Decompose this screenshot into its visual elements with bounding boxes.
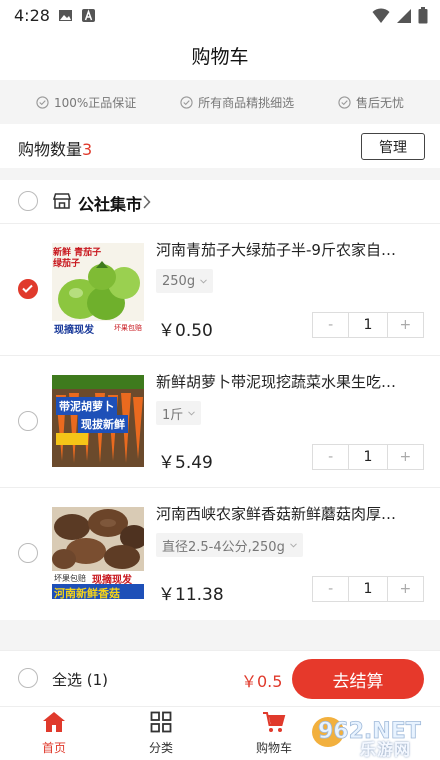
decrease-button[interactable]: - bbox=[313, 313, 349, 337]
checkout-button[interactable]: 去结算 bbox=[292, 659, 424, 699]
page-title: 购物车 bbox=[191, 46, 249, 68]
increase-button[interactable]: + bbox=[387, 445, 423, 469]
quantity-value[interactable]: 1 bbox=[348, 577, 388, 601]
increase-button[interactable]: + bbox=[387, 313, 423, 337]
cart-item[interactable]: 带泥胡萝卜 现拔新鲜 新鲜胡萝卜带泥现挖蔬菜水果生吃… 1斤 ￥5.49 - 1… bbox=[0, 357, 440, 488]
guarantee-label: 所有商品精挑细选 bbox=[198, 95, 295, 110]
cart-count-text: 购物数量 bbox=[18, 140, 83, 159]
check-circle-icon bbox=[338, 95, 351, 109]
item-spec-select[interactable]: 1斤 bbox=[156, 401, 202, 425]
item-spec-text: 直径2.5-4公分,250g bbox=[162, 539, 285, 555]
item-spec-text: 1斤 bbox=[162, 407, 184, 423]
increase-button[interactable]: + bbox=[387, 577, 423, 601]
cart-count-label: 购物数量3 bbox=[18, 136, 92, 160]
item-spec-text: 250g bbox=[162, 273, 196, 289]
shop-select-radio[interactable] bbox=[18, 191, 38, 211]
guarantee-bar: 100%正品保证 所有商品精挑细选 售后无忧 bbox=[0, 80, 440, 124]
watermark-logo-subtitle: 乐游网 bbox=[360, 740, 412, 759]
status-time: 4:28 bbox=[14, 6, 50, 25]
item-price: ￥5.49 bbox=[158, 453, 213, 473]
item-select-radio[interactable] bbox=[18, 279, 38, 299]
store-icon bbox=[52, 193, 72, 209]
status-notification-icons bbox=[58, 8, 96, 23]
thumb-caption: 河南新鲜香菇 bbox=[54, 587, 120, 599]
thumb-caption: 带泥胡萝卜 bbox=[56, 397, 117, 415]
thumb-caption: 现摘现发 bbox=[92, 575, 132, 586]
guarantee-authentic: 100%正品保证 bbox=[36, 94, 136, 111]
item-title[interactable]: 新鲜胡萝卜带泥现挖蔬菜水果生吃… bbox=[156, 371, 416, 392]
item-select-radio[interactable] bbox=[18, 411, 38, 431]
shop-card: 公社集市 新鲜 青茄子 绿茄子 现摘现发 坏果包赔 河南青茄子大绿茄子半-9斤农… bbox=[0, 180, 440, 620]
chevron-down-icon bbox=[200, 278, 207, 284]
item-title[interactable]: 河南西峡农家鲜香菇新鲜蘑菇肉厚… bbox=[156, 503, 416, 524]
tab-category[interactable]: 分类 bbox=[121, 711, 201, 756]
item-price: ￥0.50 bbox=[158, 321, 213, 341]
thumb-caption: 坏果包赔 bbox=[114, 324, 142, 332]
item-price: ￥11.38 bbox=[158, 585, 224, 605]
thumb-caption: 绿茄子 bbox=[53, 259, 81, 269]
thumb-caption: 坏果包赔 bbox=[54, 574, 86, 583]
item-thumbnail[interactable]: 新鲜 青茄子 绿茄子 现摘现发 坏果包赔 bbox=[52, 243, 144, 335]
tab-home[interactable]: 首页 bbox=[14, 711, 94, 756]
chevron-down-icon bbox=[188, 410, 196, 416]
signal-icon bbox=[397, 8, 411, 23]
quantity-value[interactable]: 1 bbox=[348, 313, 388, 337]
font-app-icon bbox=[82, 9, 95, 22]
shop-header[interactable]: 公社集市 bbox=[0, 180, 440, 224]
cart-item[interactable]: 坏果包赔 现摘现发 河南新鲜香菇 河南西峡农家鲜香菇新鲜蘑菇肉厚… 直径2.5-… bbox=[0, 489, 440, 620]
home-icon bbox=[43, 712, 65, 732]
item-spec-select[interactable]: 直径2.5-4公分,250g bbox=[156, 533, 303, 557]
grid-icon bbox=[150, 711, 172, 733]
select-all-label[interactable]: 全选 (1) bbox=[52, 669, 108, 690]
cart-item[interactable]: 新鲜 青茄子 绿茄子 现摘现发 坏果包赔 河南青茄子大绿茄子半-9斤农家自… 2… bbox=[0, 225, 440, 356]
check-circle-icon bbox=[36, 95, 49, 109]
checkmark-icon bbox=[22, 284, 33, 293]
guarantee-aftersale: 售后无忧 bbox=[338, 94, 404, 111]
decrease-button[interactable]: - bbox=[313, 577, 349, 601]
quantity-value[interactable]: 1 bbox=[348, 445, 388, 469]
quantity-stepper: - 1 + bbox=[312, 444, 424, 470]
select-all-radio[interactable] bbox=[18, 668, 38, 688]
chevron-down-icon bbox=[289, 542, 297, 548]
quantity-stepper: - 1 + bbox=[312, 312, 424, 338]
decrease-button[interactable]: - bbox=[313, 445, 349, 469]
item-thumbnail[interactable]: 坏果包赔 现摘现发 河南新鲜香菇 bbox=[52, 507, 144, 599]
wifi-icon bbox=[372, 7, 390, 23]
cart-count-number: 3 bbox=[82, 140, 93, 159]
guarantee-label: 售后无忧 bbox=[356, 95, 405, 110]
checkout-bar: 全选 (1) ￥0.5 去结算 bbox=[0, 650, 440, 706]
item-title[interactable]: 河南青茄子大绿茄子半-9斤农家自… bbox=[156, 239, 416, 260]
status-bar: 4:28 bbox=[0, 0, 440, 32]
cart-icon bbox=[263, 712, 286, 732]
guarantee-label: 100%正品保证 bbox=[53, 95, 137, 110]
site-watermark: 962.NET 乐游网 bbox=[300, 700, 440, 760]
item-spec-select[interactable]: 250g bbox=[156, 269, 214, 293]
tab-label: 分类 bbox=[148, 741, 173, 755]
image-icon bbox=[59, 10, 72, 21]
title-bar: 购物车 bbox=[0, 32, 440, 80]
tab-label: 首页 bbox=[41, 741, 66, 755]
status-system-icons bbox=[372, 7, 428, 24]
total-price: ￥0.5 bbox=[241, 672, 283, 691]
battery-icon bbox=[418, 7, 428, 24]
item-select-radio[interactable] bbox=[18, 543, 38, 563]
chevron-right-icon[interactable] bbox=[142, 195, 151, 209]
thumb-caption: 现摘现发 bbox=[54, 325, 94, 335]
item-thumbnail[interactable]: 带泥胡萝卜 现拔新鲜 bbox=[52, 375, 144, 467]
guarantee-selected: 所有商品精挑细选 bbox=[180, 94, 294, 111]
manage-button[interactable]: 管理 bbox=[361, 133, 425, 160]
thumb-caption: 现拔新鲜 bbox=[78, 415, 128, 433]
quantity-stepper: - 1 + bbox=[312, 576, 424, 602]
check-circle-icon bbox=[180, 95, 193, 109]
shop-name[interactable]: 公社集市 bbox=[78, 191, 142, 215]
